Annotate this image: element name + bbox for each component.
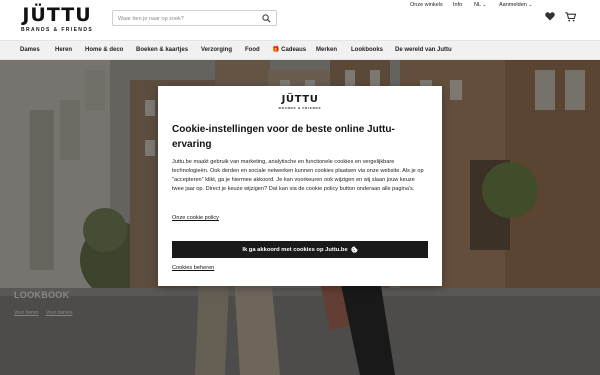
search-icon[interactable] [262,14,271,23]
nav-item-cadeaus[interactable]: 🎁 Cadeaus [272,46,306,55]
modal-logo-tagline: BRANDS & FRIENDS [278,106,322,110]
language-select[interactable]: NL ⌄ [474,0,487,10]
search-input[interactable] [118,13,258,24]
modal-logo: JÜTTU BRANDS & FRIENDS [158,94,442,111]
info-link[interactable]: Info [453,0,462,10]
nav-item-lookbooks[interactable]: Lookbooks [351,46,383,55]
nav-item-food[interactable]: Food [245,46,260,55]
stores-link[interactable]: Onze winkels [410,0,443,10]
nav-item-verzorging[interactable]: Verzorging [201,46,232,55]
cart-icon[interactable] [565,12,576,22]
search-box [112,10,277,26]
nav-item-boeken-kaartjes[interactable]: Boeken & kaartjes [136,46,188,55]
language-label: NL [474,2,481,8]
cookie-policy-link[interactable]: Onze cookie policy [172,215,219,221]
nav-item-home-deco[interactable]: Home & deco [85,46,123,55]
nav-item-merken[interactable]: Merken [316,46,337,55]
chevron-down-icon: ⌄ [482,2,487,8]
logo-tagline: BRANDS & FRIENDS [20,27,94,33]
modal-logo-wordmark: JÜTTU [281,94,319,105]
cookie-dialog-body: Juttu.be maakt gebruik van marketing, an… [172,159,424,193]
accept-cookies-button[interactable]: Ik ga akkoord met cookies op Juttu.be [172,241,428,258]
manage-cookies-link[interactable]: Cookies beheren [172,265,214,271]
cookie-dialog-title: Cookie-instellingen voor de beste online… [172,124,395,150]
heart-icon[interactable] [545,12,555,21]
nav-item-wereld-van-juttu[interactable]: De wereld van Juttu [395,46,452,55]
nav-item-heren[interactable]: Heren [55,46,72,55]
nav-item-dames[interactable]: Dames [20,46,40,55]
chevron-down-icon: ⌄ [528,2,533,8]
login-label: Aanmelden [499,2,527,8]
cookie-consent-dialog: JÜTTU BRANDS & FRIENDS Cookie-instelling… [158,86,442,286]
site-logo[interactable]: JÜTTU BRANDS & FRIENDS [18,4,96,34]
cookie-icon [351,246,358,253]
accept-cookies-label: Ik ga akkoord met cookies op Juttu.be [242,246,348,253]
main-navigation: Dames Heren Home & deco Boeken & kaartje… [0,40,600,60]
login-link[interactable]: Aanmelden ⌄ [499,0,533,10]
site-header: JÜTTU BRANDS & FRIENDS Onze winkels Info… [0,0,600,40]
logo-wordmark: JÜTTU [22,4,92,26]
